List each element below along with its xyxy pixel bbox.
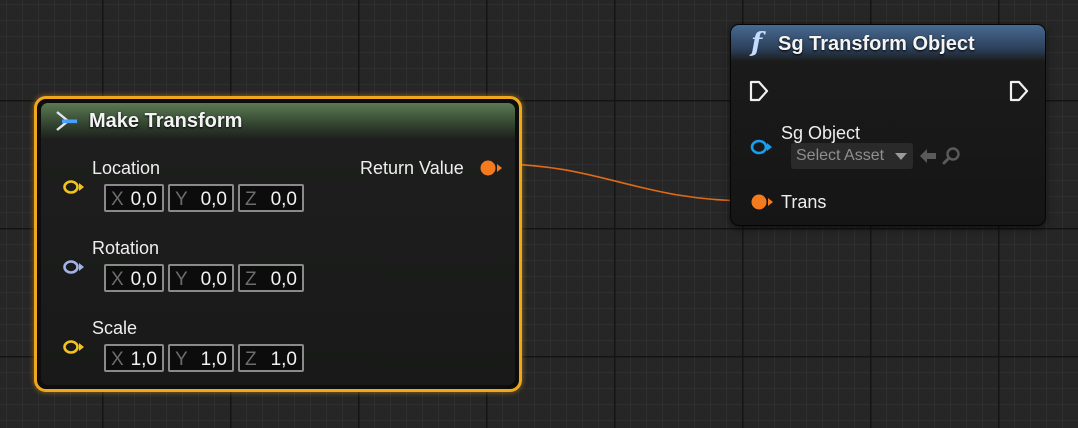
sg-transform-object-header[interactable]: f Sg Transform Object bbox=[731, 25, 1045, 61]
make-transform-header[interactable]: Make Transform bbox=[41, 103, 515, 139]
search-icon[interactable] bbox=[941, 146, 963, 166]
select-asset-dropdown[interactable]: Select Asset bbox=[791, 143, 913, 169]
rotation-pin[interactable] bbox=[62, 258, 86, 276]
scale-z-value: 1,0 bbox=[270, 349, 297, 370]
arrow-left-icon[interactable] bbox=[918, 147, 938, 165]
rotation-z-field[interactable]: Z 0,0 bbox=[238, 264, 304, 292]
axis-y-label: Y bbox=[175, 189, 188, 210]
location-label: Location bbox=[92, 158, 161, 178]
scale-y-field[interactable]: Y 1,0 bbox=[168, 344, 234, 372]
rotation-y-field[interactable]: Y 0,0 bbox=[168, 264, 234, 292]
rotation-x-field[interactable]: X 0,0 bbox=[104, 264, 164, 292]
scale-vector: X 1,0 Y 1,0 Z 1,0 bbox=[104, 344, 304, 372]
scale-y-value: 1,0 bbox=[200, 349, 227, 370]
axis-y-label: Y bbox=[175, 349, 188, 370]
scale-pin[interactable] bbox=[62, 338, 86, 356]
make-struct-icon bbox=[56, 111, 77, 131]
trans-label: Trans bbox=[781, 192, 827, 212]
scale-x-field[interactable]: X 1,0 bbox=[104, 344, 164, 372]
sg-object-pin[interactable] bbox=[749, 138, 775, 156]
return-value-label: Return Value bbox=[360, 158, 464, 178]
location-y-field[interactable]: Y 0,0 bbox=[168, 184, 234, 212]
rotation-z-value: 0,0 bbox=[270, 269, 297, 290]
location-pin[interactable] bbox=[62, 178, 86, 196]
sg-transform-object-node[interactable]: f Sg Transform Object Sg Object Select A… bbox=[730, 24, 1046, 226]
axis-z-label: Z bbox=[245, 189, 257, 210]
function-icon: f bbox=[751, 28, 763, 58]
return-value-pin[interactable] bbox=[478, 159, 504, 177]
location-y-value: 0,0 bbox=[200, 189, 227, 210]
make-transform-node[interactable]: Make Transform Location X 0,0 Y 0,0 Z 0,0 R… bbox=[34, 96, 522, 392]
axis-z-label: Z bbox=[245, 269, 257, 290]
axis-x-label: X bbox=[111, 189, 124, 210]
rotation-label: Rotation bbox=[92, 238, 160, 258]
location-z-value: 0,0 bbox=[270, 189, 297, 210]
select-asset-text: Select Asset bbox=[796, 147, 885, 164]
sg-transform-object-title: Sg Transform Object bbox=[778, 33, 975, 55]
scale-z-field[interactable]: Z 1,0 bbox=[238, 344, 304, 372]
axis-y-label: Y bbox=[175, 269, 188, 290]
exec-in-pin[interactable] bbox=[748, 79, 770, 103]
location-vector: X 0,0 Y 0,0 Z 0,0 bbox=[104, 184, 304, 212]
location-x-field[interactable]: X 0,0 bbox=[104, 184, 164, 212]
trans-pin[interactable] bbox=[749, 193, 775, 211]
location-z-field[interactable]: Z 0,0 bbox=[238, 184, 304, 212]
rotation-x-value: 0,0 bbox=[130, 269, 157, 290]
axis-x-label: X bbox=[111, 269, 124, 290]
axis-x-label: X bbox=[111, 349, 124, 370]
location-x-value: 0,0 bbox=[130, 189, 157, 210]
sg-object-label: Sg Object bbox=[781, 123, 861, 143]
axis-z-label: Z bbox=[245, 349, 257, 370]
rotation-rotator: X 0,0 Y 0,0 Z 0,0 bbox=[104, 264, 304, 292]
scale-label: Scale bbox=[92, 318, 138, 338]
exec-out-pin[interactable] bbox=[1008, 79, 1030, 103]
chevron-down-icon bbox=[895, 153, 907, 160]
scale-x-value: 1,0 bbox=[130, 349, 157, 370]
rotation-y-value: 0,0 bbox=[200, 269, 227, 290]
make-transform-title: Make Transform bbox=[89, 110, 243, 132]
